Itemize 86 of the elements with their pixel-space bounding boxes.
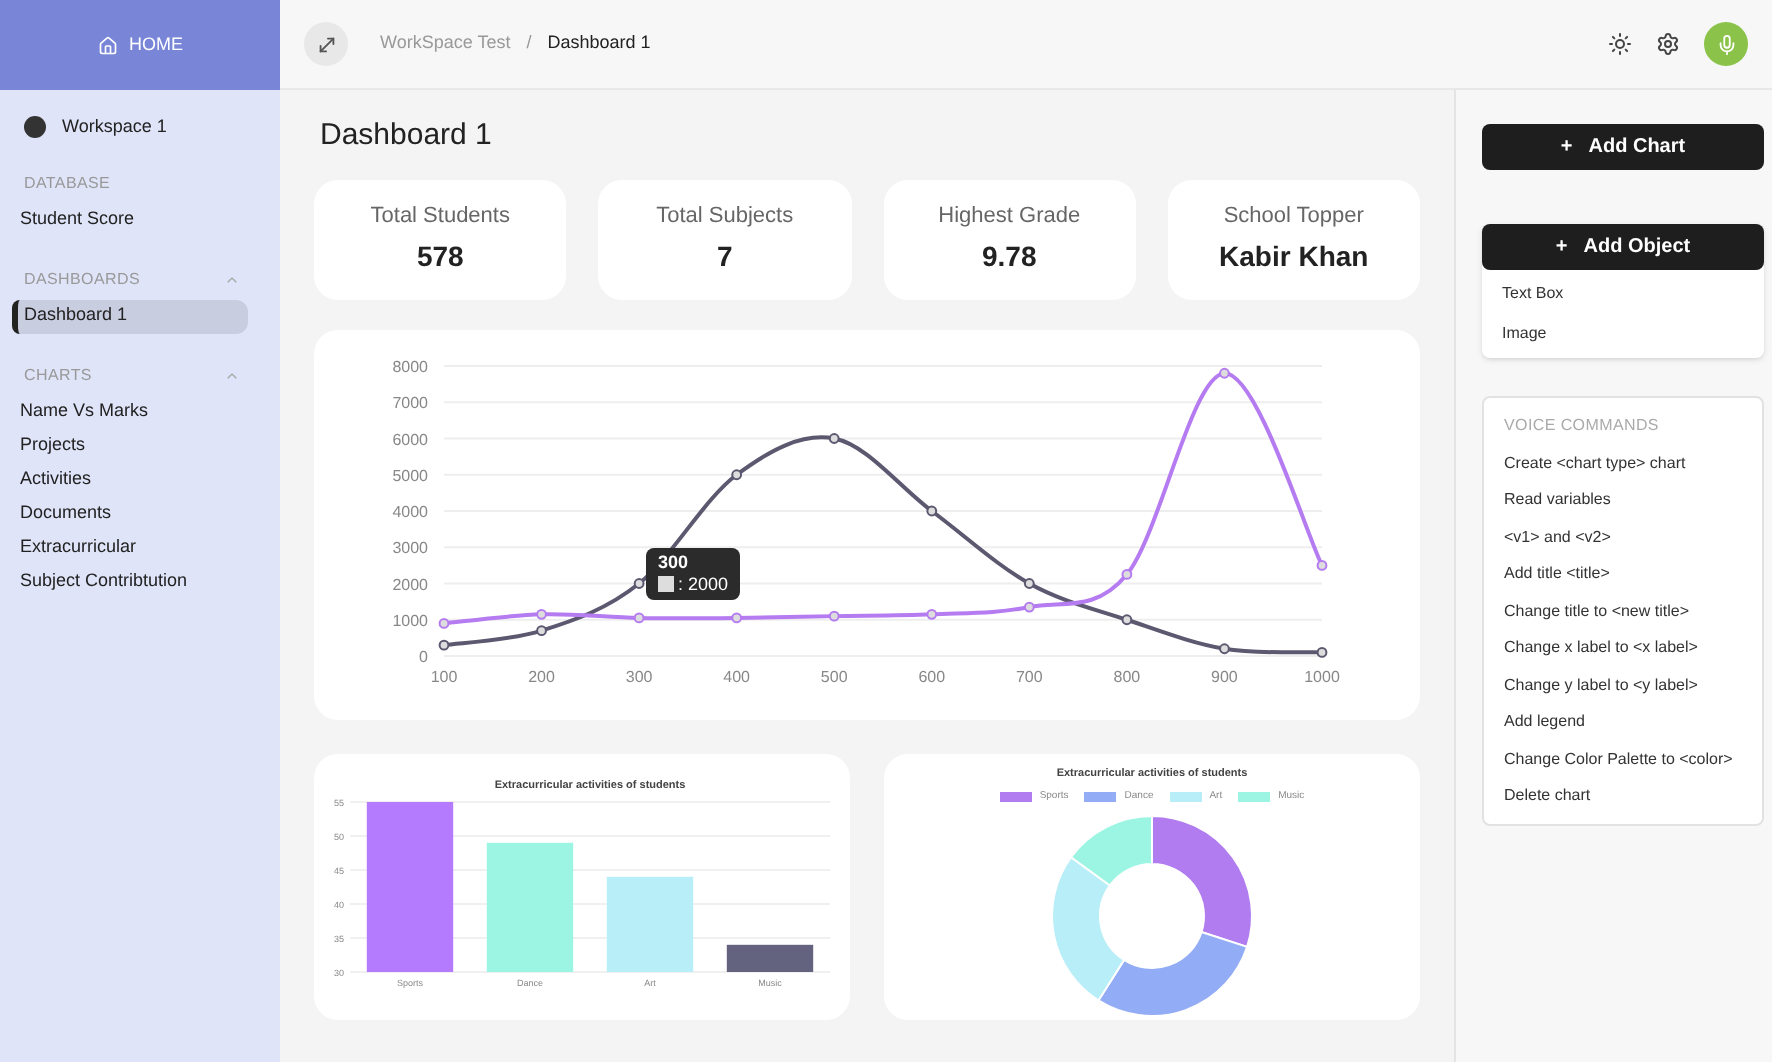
point [926, 504, 938, 516]
y-tick-label: 6000 [392, 429, 428, 448]
voice-command: Change x label to <x label> [1504, 636, 1700, 660]
sidebar-item[interactable]: Dashboard 1 [12, 299, 248, 333]
voice-command: Add legend [1504, 710, 1587, 734]
bar [486, 841, 574, 971]
voice-command: Delete chart [1504, 784, 1593, 808]
x-tick-label: 900 [1211, 667, 1238, 685]
bar [606, 875, 694, 971]
point [1023, 577, 1035, 588]
breadcrumb-current: Dashboard 1 [547, 30, 651, 57]
x-tick-label: 300 [625, 667, 653, 685]
x-tick-label: 800 [1113, 667, 1141, 685]
y-tick-label: 3000 [392, 538, 428, 557]
swatch-icon [658, 576, 674, 593]
tooltip-value: : 2000 [678, 573, 729, 596]
point [633, 611, 645, 623]
page-title: Dashboard 1 [320, 116, 494, 156]
point [1219, 366, 1230, 378]
stat-label: Total Subjects [656, 201, 794, 232]
x-tick-label: 100 [430, 667, 458, 685]
voice-command: Add title <title> [1504, 562, 1612, 586]
y-tick-label: 7000 [392, 393, 428, 412]
object-option[interactable]: Text Box [1502, 282, 1744, 306]
voice-command: Change title to <new title> [1504, 599, 1692, 623]
x-tick-label: 1000 [1304, 667, 1340, 685]
sidebar-item[interactable]: Extracurricular [12, 531, 248, 565]
home-icon [97, 35, 117, 55]
stat-value: 578 [416, 238, 464, 277]
workspace-name: Workspace 1 [62, 114, 167, 140]
stat-label: Highest Grade [938, 201, 1081, 232]
point [731, 468, 743, 480]
sidebar-item[interactable]: Activities [12, 463, 248, 497]
bar [726, 943, 814, 971]
expand-button[interactable] [304, 22, 348, 66]
x-tick-label: 200 [528, 667, 555, 685]
point [1121, 613, 1133, 625]
stat-label: School Topper [1223, 201, 1364, 232]
x-tick-label: 600 [918, 667, 946, 685]
voice-command: Change Color Palette to <color> [1504, 747, 1735, 771]
microphone-icon [1715, 33, 1737, 55]
y-tick-label: 5000 [392, 465, 428, 484]
point [828, 432, 840, 443]
section-heading: DATABASE [24, 171, 111, 195]
y-tick-label: 8000 [392, 357, 428, 375]
theme-icon[interactable] [1608, 32, 1632, 56]
point [1023, 600, 1035, 612]
point [828, 609, 840, 621]
panel-heading: VOICE COMMANDS [1504, 414, 1661, 438]
sidebar-item[interactable]: Subject Contribtution [12, 565, 248, 599]
y-tick-label: 1000 [392, 610, 428, 629]
point [633, 577, 645, 588]
breadcrumb-separator: / [526, 30, 532, 57]
sidebar-item[interactable]: Name Vs Marks [12, 395, 248, 429]
voice-command: Change y label to <y label> [1504, 673, 1700, 697]
avatar-icon [24, 116, 46, 139]
voice-command: Read variables [1504, 488, 1613, 512]
diagonal-arrow-icon [315, 33, 337, 55]
x-tick-label: 400 [723, 667, 751, 685]
point [438, 638, 450, 650]
point [536, 624, 547, 636]
y-tick-label: 4000 [392, 502, 428, 520]
home-label: HOME [129, 31, 183, 58]
section-heading: CHARTS [24, 363, 92, 387]
section-heading: DASHBOARDS [24, 267, 141, 291]
point [1219, 642, 1230, 654]
stat-value: Kabir Khan [1219, 238, 1369, 277]
x-tick-label: 500 [820, 667, 848, 685]
stat-value: 7 [716, 238, 733, 277]
point [1121, 568, 1133, 579]
settings-icon[interactable] [1656, 32, 1680, 56]
tooltip-title: 300 [658, 551, 691, 574]
voice-command: <v1> and <v2> [1504, 525, 1613, 549]
point [731, 611, 743, 623]
object-option[interactable]: Image [1502, 322, 1744, 346]
sidebar-item[interactable]: Documents [12, 497, 248, 531]
add-chart-button[interactable]: + Add Chart [1482, 124, 1764, 170]
sidebar-item[interactable]: Student Score [12, 203, 248, 237]
y-tick-label: 2000 [392, 574, 428, 593]
x-tick-label: 700 [1015, 667, 1043, 685]
stat-label: Total Students [370, 201, 510, 232]
voice-command: Create <chart type> chart [1504, 451, 1688, 475]
add-object-button[interactable]: + Add Object [1482, 224, 1764, 270]
sidebar-item[interactable]: Projects [12, 429, 248, 463]
stat-value: 9.78 [982, 238, 1037, 277]
y-tick-label: 0 [419, 647, 428, 665]
